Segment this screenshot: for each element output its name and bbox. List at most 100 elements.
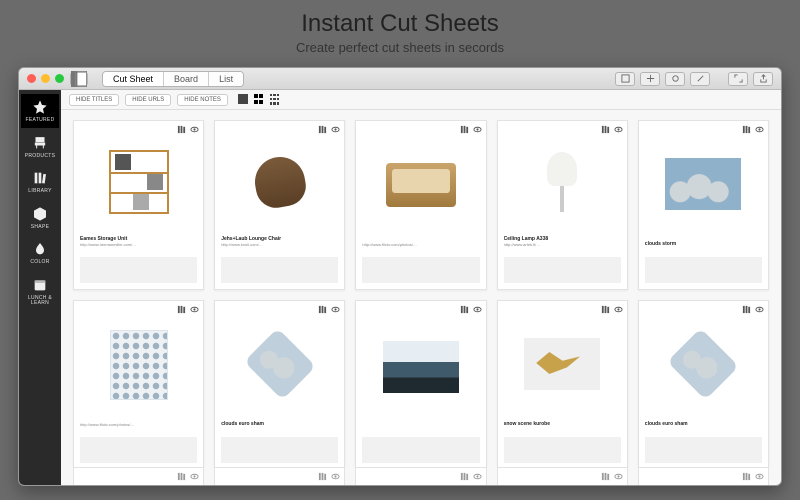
card[interactable]: http://www.flickr.com/photos/… (355, 120, 486, 290)
card[interactable] (497, 467, 628, 485)
eye-icon (755, 305, 764, 314)
close-window-button[interactable] (27, 74, 36, 83)
hide-notes-button[interactable]: HIDE NOTES (177, 94, 228, 106)
card[interactable]: http://www.flickr.com/photos/… (73, 300, 204, 467)
library-icon (601, 472, 610, 481)
filter-toolbar: HIDE TITLES HIDE URLS HIDE NOTES (61, 90, 781, 110)
sidebar-toggle-button[interactable] (70, 72, 88, 86)
sidebar-item-shape[interactable]: SHAPE (21, 201, 59, 235)
card-notes (221, 257, 338, 283)
library-icon (318, 472, 327, 481)
toolbar-button-1[interactable] (615, 72, 635, 86)
sidebar-item-label: COLOR (21, 260, 59, 266)
eye-icon (473, 125, 482, 134)
sidebar-item-label: FEATURED (21, 118, 59, 124)
main-panel: HIDE TITLES HIDE URLS HIDE NOTES Eames S… (61, 90, 781, 485)
library-icon (177, 125, 186, 134)
card-notes (504, 257, 621, 283)
cube-icon (31, 205, 49, 223)
sidebar-item-featured[interactable]: FEATURED (21, 94, 59, 128)
minimize-window-button[interactable] (41, 74, 50, 83)
eye-icon (755, 472, 764, 481)
eye-icon (614, 472, 623, 481)
tab-board[interactable]: Board (164, 72, 209, 86)
star-icon (31, 98, 49, 116)
grid-size-large[interactable] (238, 94, 250, 106)
card-title: clouds storm (645, 241, 762, 247)
card[interactable] (355, 300, 486, 467)
eye-icon (190, 305, 199, 314)
page-title: Instant Cut Sheets (0, 10, 800, 38)
card-notes (645, 437, 762, 463)
library-icon (318, 125, 327, 134)
sidebar-item-color[interactable]: COLOR (21, 236, 59, 270)
card[interactable]: clouds euro sham (638, 300, 769, 467)
hide-urls-button[interactable]: HIDE URLS (125, 94, 171, 106)
titlebar: Cut Sheet Board List (19, 68, 781, 90)
card-title: clouds euro sham (221, 421, 338, 427)
eye-icon (755, 125, 764, 134)
share-button[interactable] (753, 72, 773, 86)
toolbar-button-3[interactable] (665, 72, 685, 86)
card[interactable]: Ceiling Lamp A338http://www.artek.fi/… (497, 120, 628, 290)
view-tabs: Cut Sheet Board List (102, 71, 244, 87)
sidebar-item-label: LUNCH & LEARN (21, 296, 59, 307)
library-icon (742, 472, 751, 481)
sidebar-item-lunch-learn[interactable]: LUNCH & LEARN (21, 272, 59, 311)
chair-icon (31, 134, 49, 152)
library-icon (318, 305, 327, 314)
card[interactable] (73, 467, 204, 485)
grid-size-small[interactable] (270, 94, 282, 106)
page-subtitle: Create perfect cut sheets in secords (0, 40, 800, 55)
card[interactable] (638, 467, 769, 485)
grid-size-medium[interactable] (254, 94, 266, 106)
sidebar-item-products[interactable]: PRODUCTS (21, 130, 59, 164)
card-notes (362, 257, 479, 283)
library-icon (601, 125, 610, 134)
library-icon (460, 305, 469, 314)
eye-icon (614, 305, 623, 314)
eye-icon (473, 305, 482, 314)
grid-row-partial (61, 467, 781, 485)
grid-size-control (238, 94, 282, 106)
card-url: http://www.flickr.com/photos/… (362, 242, 479, 247)
card-notes (80, 257, 197, 283)
card-notes (362, 437, 479, 463)
eye-icon (190, 125, 199, 134)
zoom-window-button[interactable] (55, 74, 64, 83)
tab-cut-sheet[interactable]: Cut Sheet (103, 72, 164, 86)
eye-icon (190, 472, 199, 481)
cut-sheet-grid: Eames Storage Unithttp://www.hermanmille… (61, 110, 781, 467)
card[interactable]: Jehs+Laub Lounge Chairhttp://www.knoll.c… (214, 120, 345, 290)
library-icon (177, 472, 186, 481)
card-url: http://www.knoll.com/… (221, 242, 338, 247)
eye-icon (331, 125, 340, 134)
card[interactable]: snow scene kurobe (497, 300, 628, 467)
hide-titles-button[interactable]: HIDE TITLES (69, 94, 119, 106)
calendar-icon (31, 276, 49, 294)
eye-icon (614, 125, 623, 134)
tab-list[interactable]: List (209, 72, 243, 86)
card-title: snow scene kurobe (504, 421, 621, 427)
card-url: http://www.flickr.com/photos/… (80, 422, 197, 427)
toolbar-button-4[interactable] (690, 72, 710, 86)
fullscreen-button[interactable] (728, 72, 748, 86)
drop-icon (31, 240, 49, 258)
card-notes (645, 257, 762, 283)
card-url: http://www.artek.fi/… (504, 242, 621, 247)
card[interactable]: Eames Storage Unithttp://www.hermanmille… (73, 120, 204, 290)
card[interactable]: clouds euro sham (214, 300, 345, 467)
card-url: http://www.hermanmiller.com/… (80, 242, 197, 247)
card[interactable] (355, 467, 486, 485)
card-notes (80, 437, 197, 463)
sidebar-item-library[interactable]: LIBRARY (21, 165, 59, 199)
card[interactable]: clouds storm (638, 120, 769, 290)
card-title: clouds euro sham (645, 421, 762, 427)
card[interactable] (214, 467, 345, 485)
toolbar-button-2[interactable] (640, 72, 660, 86)
app-window: Cut Sheet Board List FEATURED PRODUCTS (18, 67, 782, 486)
sidebar: FEATURED PRODUCTS LIBRARY SHAPE COLOR LU… (19, 90, 61, 485)
sidebar-item-label: PRODUCTS (21, 154, 59, 160)
library-icon (177, 305, 186, 314)
eye-icon (473, 472, 482, 481)
